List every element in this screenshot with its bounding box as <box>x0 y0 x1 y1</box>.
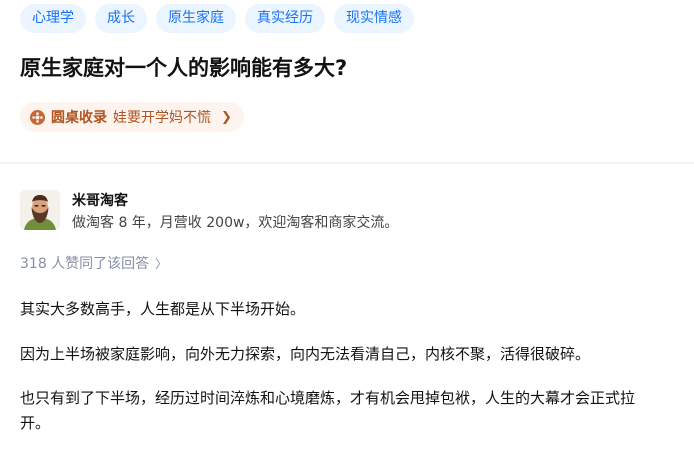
topic-tag[interactable]: 原生家庭 <box>156 4 236 33</box>
roundtable-label: 圆桌收录 <box>51 110 107 126</box>
circle-icon <box>30 109 45 125</box>
author-bio: 做淘客 8 年，月营收 200w，欢迎淘客和商家交流。 <box>72 215 399 231</box>
roundtable-link[interactable]: 圆桌收录 娃要开学妈不慌 ❯ <box>20 102 244 132</box>
topic-tag[interactable]: 现实情感 <box>334 4 414 33</box>
answer-paragraph: 因为上半场被家庭影响，向外无力探索，向内无法看清自己，内核不聚，活得很破碎。 <box>20 345 591 363</box>
answer-paragraph: 其实大多数高手，人生都是从下半场开始。 <box>20 300 306 318</box>
topic-tag[interactable]: 心理学 <box>20 4 86 33</box>
section-divider <box>0 162 694 164</box>
topic-tag[interactable]: 真实经历 <box>245 4 325 33</box>
chevron-right-icon: 〉 <box>155 257 168 271</box>
vote-count[interactable]: 318 人赞同了该回答〉 <box>20 253 167 273</box>
author-avatar[interactable] <box>20 190 60 230</box>
topic-tags: 心理学 成长 原生家庭 真实经历 现实情感 <box>20 4 414 33</box>
roundtable-title: 娃要开学妈不慌 <box>113 110 211 126</box>
answer-paragraph: 也只有到了下半场，经历过时间淬炼和心境磨炼，才有机会甩掉包袱，人生的大幕才会正式… <box>20 389 636 432</box>
vote-count-label: 318 人赞同了该回答 <box>20 256 150 272</box>
question-title[interactable]: 原生家庭对一个人的影响能有多大? <box>20 52 347 82</box>
author-name[interactable]: 米哥淘客 <box>72 190 128 210</box>
topic-tag[interactable]: 成长 <box>95 4 147 33</box>
chevron-right-icon: ❯ <box>221 109 232 125</box>
